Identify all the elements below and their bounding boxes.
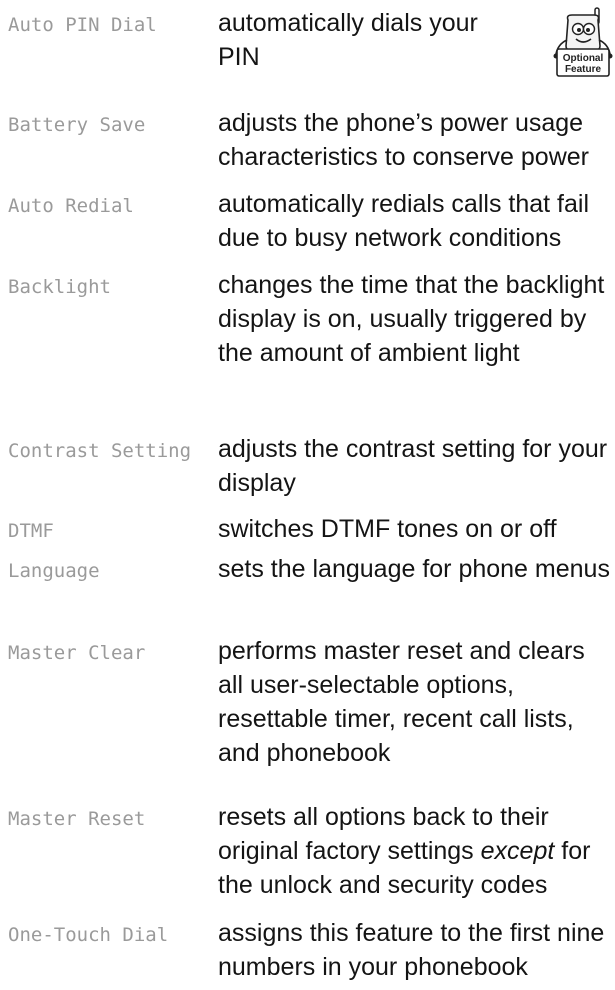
feature-description: adjusts the phone’s power usage characte…	[218, 109, 589, 171]
feature-term: Battery Save	[8, 114, 146, 136]
feature-term: Contrast Setting	[8, 440, 192, 462]
feature-term: Backlight	[8, 276, 111, 298]
feature-term: One-Touch Dial	[8, 924, 169, 946]
feature-description: sets the language for phone menus	[218, 555, 610, 583]
feature-description: automatically dials your PIN	[218, 9, 478, 71]
feature-term: Language	[8, 560, 100, 582]
feature-term: DTMF	[8, 520, 54, 542]
feature-description: switches DTMF tones on or off	[218, 515, 557, 543]
optional-feature-phone-icon: Optional Feature	[553, 7, 613, 77]
badge-label-line1: Optional	[563, 53, 604, 64]
feature-term: Master Reset	[8, 808, 146, 830]
feature-description: automatically redials calls that fail du…	[218, 190, 589, 252]
feature-description: assigns this feature to the first nine n…	[218, 919, 605, 981]
feature-description: changes the time that the backlight disp…	[218, 271, 605, 367]
feature-description: resets all options back to their origina…	[218, 800, 615, 902]
feature-term: Auto Redial	[8, 195, 134, 217]
feature-description: performs master reset and clears all use…	[218, 637, 585, 767]
feature-term: Master Clear	[8, 642, 146, 664]
feature-term: Auto PIN Dial	[8, 14, 157, 36]
description-emphasis: except	[480, 837, 555, 865]
badge-label-line2: Feature	[565, 64, 602, 75]
feature-description: adjusts the contrast setting for your di…	[218, 435, 608, 497]
